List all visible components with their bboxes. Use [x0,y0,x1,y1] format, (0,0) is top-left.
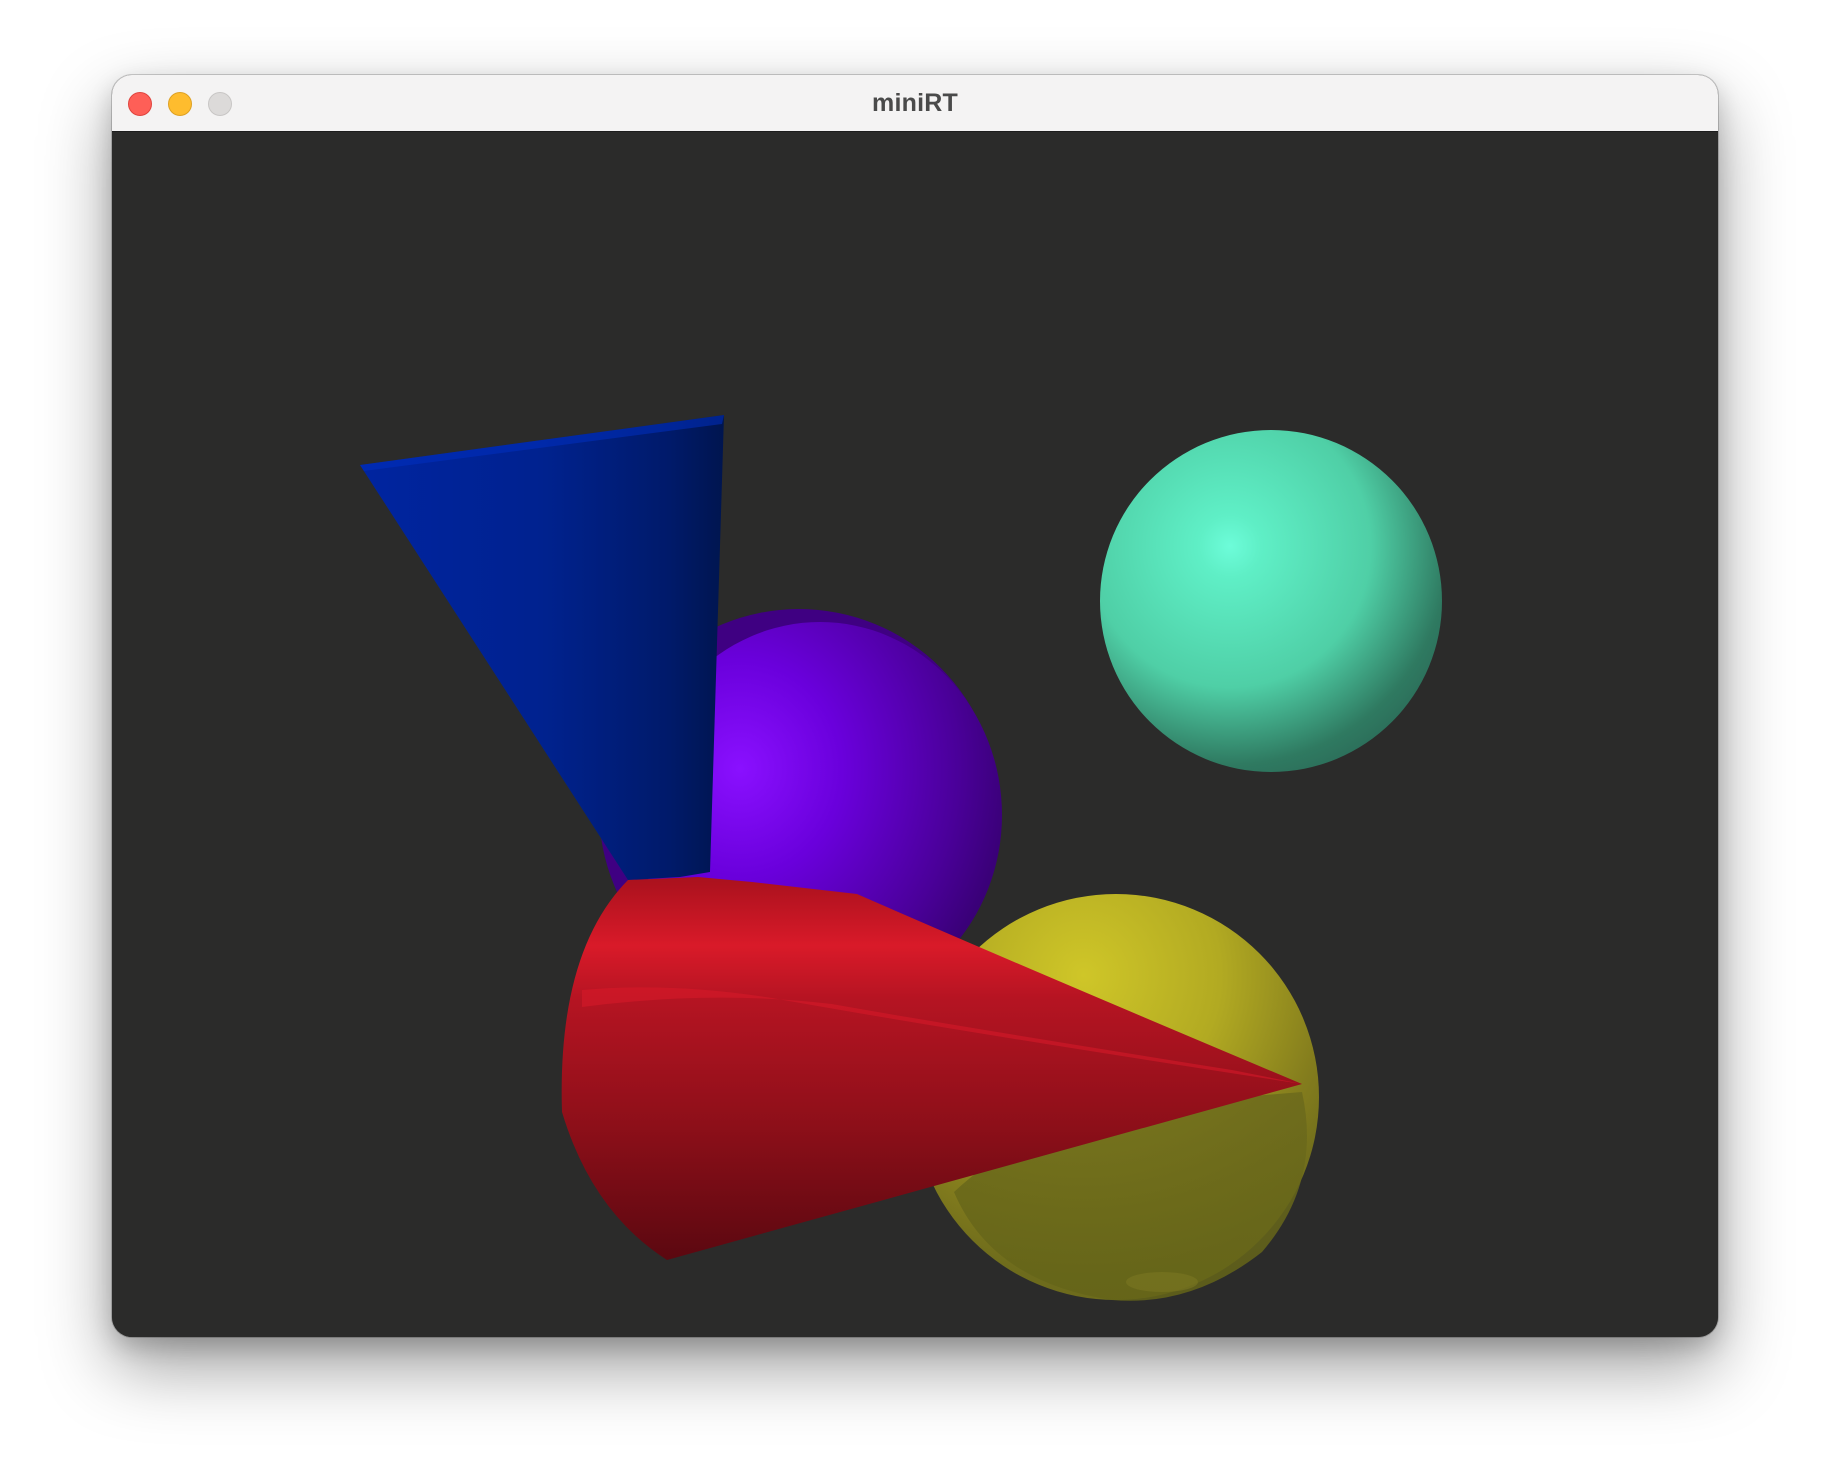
render-viewport [112,132,1718,1337]
app-window: miniRT [112,75,1718,1337]
rendered-scene [360,415,1442,1301]
window-title: miniRT [872,89,958,117]
title-bar[interactable]: miniRT [112,75,1718,132]
blue-cone [360,415,724,880]
mint-sphere [1100,430,1442,772]
